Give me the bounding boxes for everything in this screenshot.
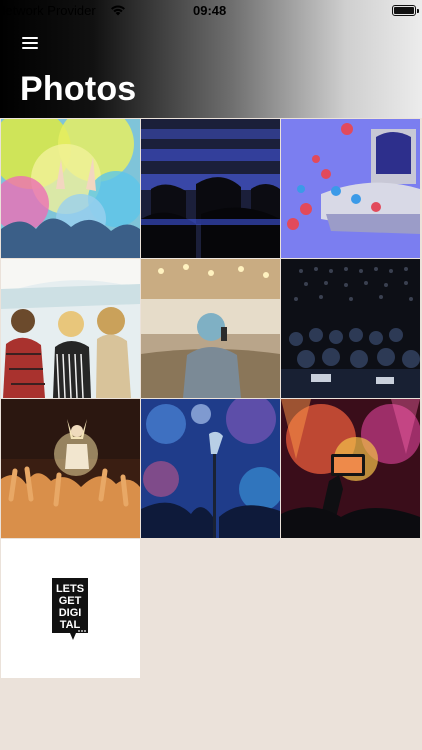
status-bar: Network Provider 09:48 <box>0 0 422 22</box>
photo-thumbnail-color-festival[interactable] <box>1 119 140 258</box>
photo-thumbnail-concert-hands[interactable] <box>1 399 140 538</box>
photo-thumbnail-virtual-stage[interactable] <box>281 119 420 258</box>
navigation-header: Network Provider 09:48 Photos <box>0 0 422 118</box>
carrier-label: Network Provider <box>0 3 96 18</box>
hamburger-menu-icon[interactable] <box>22 37 40 51</box>
photo-thumbnail-logo[interactable]: LETS GET DIGI TAL <box>1 539 140 678</box>
page-title: Photos <box>20 70 137 108</box>
logo-text-line-3: DIGI <box>59 607 82 619</box>
photo-thumbnail-phone-recording[interactable] <box>281 399 420 538</box>
photo-thumbnail-speaker[interactable] <box>141 259 280 398</box>
photo-thumbnail-dark-hall-audience[interactable] <box>281 259 420 398</box>
battery-icon <box>392 5 419 16</box>
photo-thumbnail-auditorium-seats[interactable] <box>141 119 280 258</box>
wifi-icon <box>110 4 126 16</box>
logo-text-line-1: LETS <box>56 583 84 595</box>
logo-text-line-2: GET <box>59 595 82 607</box>
logo-text-line-4: TAL <box>60 619 81 631</box>
photo-thumbnail-festival-crowd[interactable] <box>1 259 140 398</box>
status-time: 09:48 <box>193 3 227 18</box>
photo-thumbnail-microphone[interactable] <box>141 399 280 538</box>
